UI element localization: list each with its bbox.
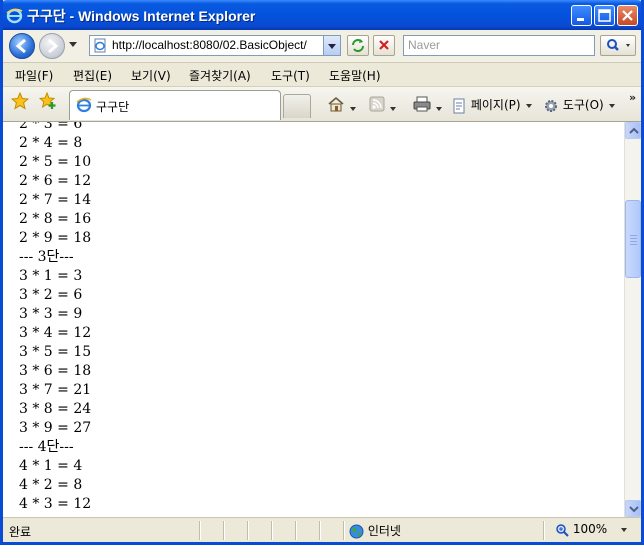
stop-button[interactable]: [373, 35, 395, 56]
page-menu-button[interactable]: 페이지(P): [451, 96, 532, 114]
globe-icon: [349, 524, 364, 539]
content-line: 3 * 3 = 9: [19, 306, 83, 322]
page-icon: [453, 98, 465, 113]
forward-arrow-icon: [48, 38, 59, 54]
content-line: 3 * 8 = 24: [19, 401, 92, 417]
recent-pages-dropdown[interactable]: [69, 42, 77, 47]
stop-icon: [379, 40, 389, 50]
tools-menu-button[interactable]: 도구(O): [543, 96, 615, 114]
search-icon: [607, 39, 630, 51]
tab-toolbar: 구구단 페이지(P) 도구(O) »: [3, 87, 641, 122]
back-button[interactable]: [9, 33, 35, 59]
title-bar[interactable]: 구구단 - Windows Internet Explorer: [3, 0, 641, 30]
content-line: 3 * 1 = 3: [19, 268, 83, 284]
content-line: 4 * 2 = 8: [19, 477, 83, 493]
address-url[interactable]: http://localhost:8080/02.BasicObject/: [112, 38, 324, 52]
address-dropdown[interactable]: [323, 36, 340, 55]
content-line: 2 * 6 = 12: [19, 173, 92, 189]
minimize-icon: [577, 18, 584, 21]
address-field[interactable]: http://localhost:8080/02.BasicObject/: [89, 35, 341, 56]
content-line: 4 * 1 = 4: [19, 458, 83, 474]
menu-favorites[interactable]: 즐겨찾기(A): [189, 67, 251, 84]
maximize-button[interactable]: [594, 5, 615, 26]
print-button[interactable]: [413, 96, 442, 114]
feeds-button[interactable]: [369, 96, 396, 114]
content-line: 3 * 9 = 27: [19, 420, 92, 436]
gear-icon: [545, 99, 557, 112]
content-line: 2 * 3 = 6: [19, 122, 83, 132]
window-title: 구구단 - Windows Internet Explorer: [27, 8, 256, 24]
menu-view[interactable]: 보기(V): [131, 67, 171, 84]
search-input[interactable]: Naver: [403, 35, 595, 56]
close-button[interactable]: [617, 5, 638, 26]
content-line: --- 3단---: [19, 249, 74, 265]
zone-label: 인터넷: [367, 524, 401, 538]
chevron-up-icon: [629, 127, 639, 134]
home-icon: [328, 96, 344, 112]
security-zone[interactable]: 인터넷: [349, 522, 401, 539]
menu-edit[interactable]: 편집(E): [73, 67, 112, 84]
home-button[interactable]: [327, 96, 356, 114]
toolbar-overflow-chevron[interactable]: »: [629, 91, 636, 104]
zoom-level: 100%: [572, 522, 608, 536]
content-line: 2 * 9 = 18: [19, 230, 92, 246]
scroll-thumb[interactable]: [625, 200, 641, 278]
refresh-icon: [352, 39, 364, 52]
favorites-star-icon[interactable]: [11, 92, 29, 110]
tab-active[interactable]: 구구단: [69, 90, 281, 120]
ie-page-icon: [76, 97, 92, 113]
forward-button[interactable]: [39, 33, 65, 59]
printer-icon: [413, 96, 431, 112]
back-arrow-icon: [15, 38, 26, 54]
new-tab-button[interactable]: [283, 94, 311, 118]
status-bar: 완료 인터넷 100%: [3, 517, 641, 542]
chevron-down-icon: [629, 506, 639, 513]
close-icon: [622, 10, 633, 21]
status-text: 완료: [9, 525, 32, 539]
maximize-icon: [598, 9, 611, 22]
content-line: 2 * 7 = 14: [19, 192, 92, 208]
menu-bar: 파일(F) 편집(E) 보기(V) 즐겨찾기(A) 도구(T) 도움말(H): [3, 63, 641, 87]
menu-help[interactable]: 도움말(H): [329, 67, 381, 84]
add-favorite-icon[interactable]: [39, 92, 57, 110]
tools-menu-label: 도구(O): [562, 98, 604, 112]
content-line: 3 * 7 = 21: [19, 382, 92, 398]
refresh-button[interactable]: [347, 35, 369, 56]
page-content: 2 * 3 = 6 2 * 4 = 8 2 * 5 = 10 2 * 6 = 12 2 …: [3, 122, 624, 517]
content-line: 3 * 4 = 12: [19, 325, 92, 341]
zoom-magnifier-icon: [556, 523, 569, 537]
scroll-down-button[interactable]: [625, 500, 641, 517]
address-toolbar: http://localhost:8080/02.BasicObject/ Na…: [3, 30, 641, 63]
content-line: 3 * 5 = 15: [19, 344, 92, 360]
rss-feed-icon: [369, 96, 385, 112]
tab-label: 구구단: [96, 100, 130, 114]
menu-file[interactable]: 파일(F): [15, 67, 53, 84]
vertical-scrollbar[interactable]: [624, 122, 641, 517]
content-line: 2 * 4 = 8: [19, 135, 83, 151]
content-line: 2 * 8 = 16: [19, 211, 92, 227]
page-icon: [94, 38, 106, 53]
ie-logo-icon: [6, 8, 23, 24]
search-button[interactable]: [600, 35, 636, 56]
content-line: 3 * 6 = 18: [19, 363, 92, 379]
content-line: 2 * 5 = 10: [19, 154, 92, 170]
page-menu-label: 페이지(P): [470, 98, 521, 112]
content-line: --- 4단---: [19, 439, 74, 455]
scroll-up-button[interactable]: [625, 122, 641, 139]
browser-window: 구구단 - Windows Internet Explorer http://l…: [0, 0, 644, 545]
content-line: 3 * 2 = 6: [19, 287, 83, 303]
minimize-button[interactable]: [571, 5, 592, 26]
zoom-control[interactable]: 100%: [555, 522, 628, 537]
content-line: 4 * 3 = 12: [19, 496, 92, 512]
menu-tools[interactable]: 도구(T): [271, 67, 310, 84]
multiplication-table: 2 * 3 = 6 2 * 4 = 8 2 * 5 = 10 2 * 6 = 12 2 …: [19, 122, 91, 514]
